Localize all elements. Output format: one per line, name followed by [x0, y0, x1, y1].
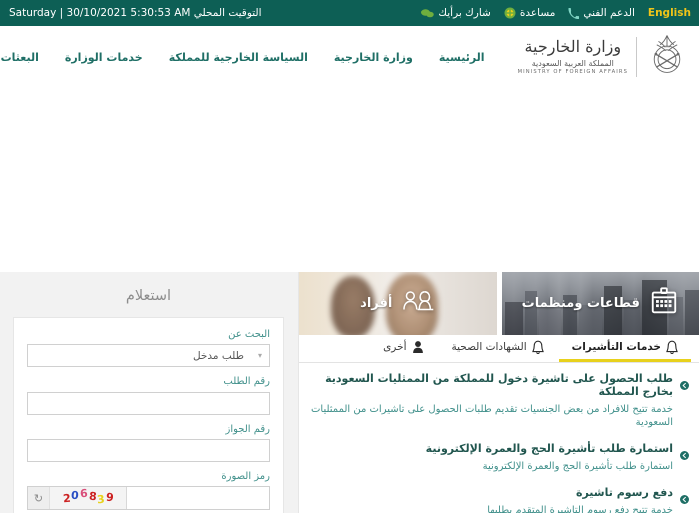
- service-title[interactable]: طلب الحصول على تاشيرة دخول للمملكة من ال…: [310, 372, 674, 400]
- service-description: خدمة تتيح دفع رسوم التاشيرة المتقدم بطلب…: [488, 504, 674, 513]
- help-link[interactable]: مساعدة: [505, 7, 556, 19]
- search-for-select[interactable]: ▾ طلب مدخل: [28, 344, 271, 367]
- brand-divider: [637, 37, 638, 77]
- field-search-for: البحث عن ▾ طلب مدخل: [28, 329, 271, 367]
- brand-text-block: وزارة الخارجية المملكة العربية السعودية …: [517, 37, 629, 76]
- visa-person-icon: [667, 340, 679, 354]
- building-calendar-icon: [650, 286, 680, 320]
- service-title[interactable]: استمارة طلب تأشيرة الحج والعمرة الإلكترو…: [427, 442, 674, 456]
- person-icon: [413, 340, 425, 354]
- tab-health-certificates-label: الشهادات الصحية: [452, 340, 528, 353]
- nav-item-ministry[interactable]: وزارة الخارجية: [322, 45, 427, 70]
- captcha-digit: 9: [106, 490, 116, 504]
- brand-arabic-title: وزارة الخارجية: [525, 37, 623, 57]
- service-text-block: طلب الحصول على تاشيرة دخول للمملكة من ال…: [310, 372, 674, 430]
- tab-other-label: أخرى: [384, 340, 408, 353]
- request-number-input[interactable]: [28, 391, 271, 415]
- audience-tiles: قطاعات ومنظمات أفراد: [300, 272, 700, 335]
- help-circle-icon: [505, 7, 517, 19]
- tab-health-certificates[interactable]: الشهادات الصحية: [440, 335, 558, 362]
- chevron-down-icon: ▾: [259, 351, 264, 360]
- tile-individuals-label: أفراد: [361, 295, 394, 311]
- local-time-display: التوقيت المحلي Saturday | 30/10/2021 5:3…: [10, 6, 263, 19]
- service-text-block: دفع رسوم تاشيرة خدمة تتيح دفع رسوم التاش…: [488, 486, 674, 513]
- captcha-digit: 3: [97, 492, 107, 506]
- inquiry-panel: استعلام البحث عن ▾ طلب مدخل رقم الطلب رق…: [0, 272, 300, 513]
- list-item[interactable]: استمارة طلب تأشيرة الحج والعمرة الإلكترو…: [310, 442, 690, 473]
- passport-number-input[interactable]: [28, 439, 271, 462]
- site-brand[interactable]: وزارة الخارجية المملكة العربية السعودية …: [517, 32, 696, 82]
- captcha-row: 206839 ↻: [28, 486, 271, 510]
- share-opinion-label: شارك برأيك: [439, 6, 492, 19]
- tab-visa-services-label: خدمات التأشيرات: [572, 340, 662, 353]
- tile-individuals-content: أفراد: [361, 288, 436, 318]
- service-description: خدمة تتيح للافراد من بعض الجنسيات تقديم …: [311, 404, 674, 429]
- tile-individuals[interactable]: أفراد: [300, 272, 498, 335]
- captcha-digit: 2: [62, 491, 72, 505]
- inquiry-form: البحث عن ▾ طلب مدخل رقم الطلب رقم الجواز…: [14, 317, 285, 513]
- captcha-image: 206839: [51, 486, 127, 509]
- tile-sectors-content: قطاعات ومنظمات: [523, 286, 680, 320]
- tile-sectors-organizations[interactable]: قطاعات ومنظمات: [502, 272, 700, 335]
- search-for-value: طلب مدخل: [193, 349, 245, 362]
- nav-item-ministry-services[interactable]: خدمات الوزارة: [53, 45, 157, 70]
- captcha-digit: 0: [71, 488, 81, 502]
- share-opinion-link[interactable]: شارك برأيك: [422, 6, 492, 19]
- tile-sectors-label: قطاعات ومنظمات: [522, 295, 641, 311]
- service-title[interactable]: دفع رسوم تاشيرة: [488, 486, 674, 500]
- search-for-label: البحث عن: [229, 329, 271, 340]
- nav-item-diplomatic-missions[interactable]: البعثات الدبلوماسية: [0, 45, 53, 70]
- bullet-arrow-icon: [681, 445, 690, 473]
- captcha-digit: 6: [80, 486, 90, 500]
- field-request-number: رقم الطلب: [28, 376, 271, 415]
- hero-slider-placeholder: [0, 88, 700, 272]
- language-switch-english[interactable]: English: [649, 8, 692, 19]
- top-utility-links: English الدعم الفني مساعدة شارك برأيك: [422, 7, 692, 19]
- nav-item-foreign-policy[interactable]: السياسة الخارجية للمملكة: [157, 45, 322, 70]
- tech-support-label: الدعم الفني: [584, 6, 636, 19]
- help-label: مساعدة: [520, 6, 557, 19]
- top-utility-bar: English الدعم الفني مساعدة شارك برأيك ال…: [0, 0, 700, 26]
- two-people-icon: [402, 288, 436, 318]
- tab-other[interactable]: أخرى: [371, 335, 437, 362]
- comment-icon: [422, 8, 436, 19]
- nav-item-home[interactable]: الرئيسية: [427, 45, 499, 70]
- brand-english-title: MINISTRY OF FOREIGN AFFAIRS: [518, 68, 629, 75]
- health-person-icon: [532, 340, 545, 354]
- bullet-arrow-icon: [681, 375, 690, 430]
- saudi-emblem-icon: [646, 32, 690, 82]
- request-number-label: رقم الطلب: [224, 376, 271, 387]
- phone-icon: [569, 7, 581, 19]
- tab-visa-services[interactable]: خدمات التأشيرات: [559, 335, 692, 362]
- lower-content: قطاعات ومنظمات أفراد خدمات التأشيرات الش…: [0, 272, 700, 513]
- service-tabs: خدمات التأشيرات الشهادات الصحية أخرى: [300, 334, 700, 363]
- captcha-input[interactable]: [127, 487, 270, 509]
- field-captcha: رمز الصورة 206839 ↻: [28, 471, 271, 510]
- captcha-label: رمز الصورة: [222, 471, 271, 482]
- services-list: طلب الحصول على تاشيرة دخول للمملكة من ال…: [300, 363, 700, 513]
- field-passport-number: رقم الجواز: [28, 423, 272, 462]
- refresh-icon[interactable]: ↻: [29, 487, 51, 509]
- list-item[interactable]: دفع رسوم تاشيرة خدمة تتيح دفع رسوم التاش…: [310, 486, 690, 513]
- captcha-digit: 8: [88, 489, 98, 503]
- main-navigation: الرئيسية وزارة الخارجية السياسة الخارجية…: [0, 45, 517, 70]
- list-item[interactable]: طلب الحصول على تاشيرة دخول للمملكة من ال…: [310, 372, 690, 430]
- inquiry-title: استعلام: [126, 288, 173, 304]
- service-description: استمارة طلب تأشيرة الحج والعمرة الإلكترو…: [483, 460, 674, 472]
- passport-number-label: رقم الجواز: [226, 423, 272, 435]
- brand-arabic-subtitle: المملكة العربية السعودية: [532, 58, 615, 68]
- bullet-arrow-icon: [681, 489, 690, 513]
- tech-support-link[interactable]: الدعم الفني: [569, 6, 636, 19]
- services-panel: قطاعات ومنظمات أفراد خدمات التأشيرات الش…: [300, 272, 700, 513]
- service-text-block: استمارة طلب تأشيرة الحج والعمرة الإلكترو…: [427, 442, 674, 473]
- site-header: وزارة الخارجية المملكة العربية السعودية …: [0, 26, 700, 88]
